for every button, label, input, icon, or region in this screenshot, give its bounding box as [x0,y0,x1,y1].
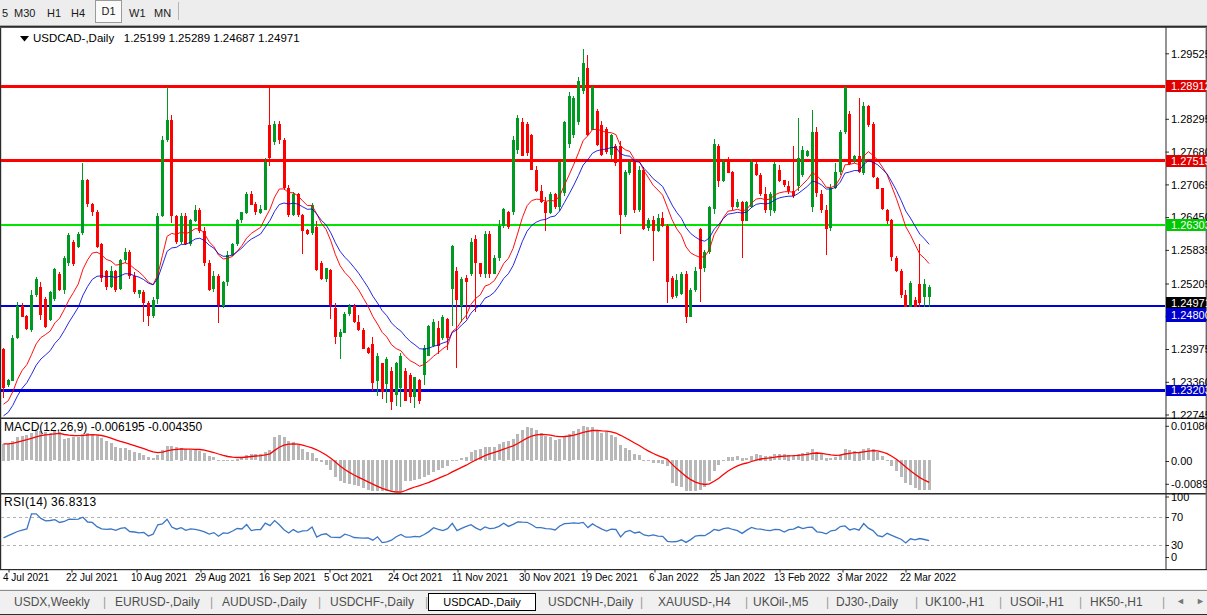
svg-text:0.00: 0.00 [1171,455,1192,467]
svg-text:1.27065: 1.27065 [1171,179,1207,191]
svg-text:30: 30 [1171,539,1183,551]
svg-text:1.22745: 1.22745 [1171,409,1207,421]
svg-text:4 Jul 2021: 4 Jul 2021 [3,572,50,583]
svg-text:5 Oct 2021: 5 Oct 2021 [324,572,373,583]
svg-text:1.29525: 1.29525 [1171,48,1207,60]
svg-text:1.25835: 1.25835 [1171,244,1207,256]
svg-text:1.24800: 1.24800 [1171,309,1207,321]
svg-text:0: 0 [1171,551,1177,563]
svg-text:3 Mar 2022: 3 Mar 2022 [837,572,888,583]
svg-text:1.28912: 1.28912 [1171,80,1207,92]
svg-text:USDCAD-,Daily 1.25199 1.2528: USDCAD-,Daily 1.25199 1.25289 1.24687 1.… [33,32,300,44]
svg-text:1.26303: 1.26303 [1171,219,1207,231]
svg-text:25 Jan 2022: 25 Jan 2022 [710,572,765,583]
svg-text:RSI(14) 36.8313: RSI(14) 36.8313 [4,495,97,509]
svg-text:11 Nov 2021: 11 Nov 2021 [452,572,508,583]
svg-text:0.010869: 0.010869 [1171,420,1207,432]
svg-text:29 Aug 2021: 29 Aug 2021 [195,572,252,583]
svg-text:1.24971: 1.24971 [1171,297,1207,309]
svg-text:100: 100 [1171,491,1189,503]
svg-text:70: 70 [1171,511,1183,523]
svg-text:16 Sep 2021: 16 Sep 2021 [259,572,316,583]
svg-text:1.25205: 1.25205 [1171,278,1207,290]
svg-text:22 Jul 2021: 22 Jul 2021 [66,572,118,583]
svg-text:1.23975: 1.23975 [1171,343,1207,355]
svg-text:22 Mar 2022: 22 Mar 2022 [900,572,957,583]
svg-text:19 Dec 2021: 19 Dec 2021 [581,572,638,583]
svg-text:24 Oct 2021: 24 Oct 2021 [388,572,443,583]
svg-text:10 Aug 2021: 10 Aug 2021 [131,572,188,583]
svg-text:1.27515: 1.27515 [1171,155,1207,167]
svg-text:13 Feb 2022: 13 Feb 2022 [774,572,831,583]
svg-text:1.28295: 1.28295 [1171,113,1207,125]
svg-text:30 Nov 2021: 30 Nov 2021 [519,572,576,583]
svg-text:1.23203: 1.23203 [1171,384,1207,396]
svg-text:-0.008974: -0.008974 [1171,478,1207,490]
svg-text:MACD(12,26,9) -0.006195 -0.004: MACD(12,26,9) -0.006195 -0.004350 [4,420,202,434]
svg-text:6 Jan 2022: 6 Jan 2022 [649,572,699,583]
